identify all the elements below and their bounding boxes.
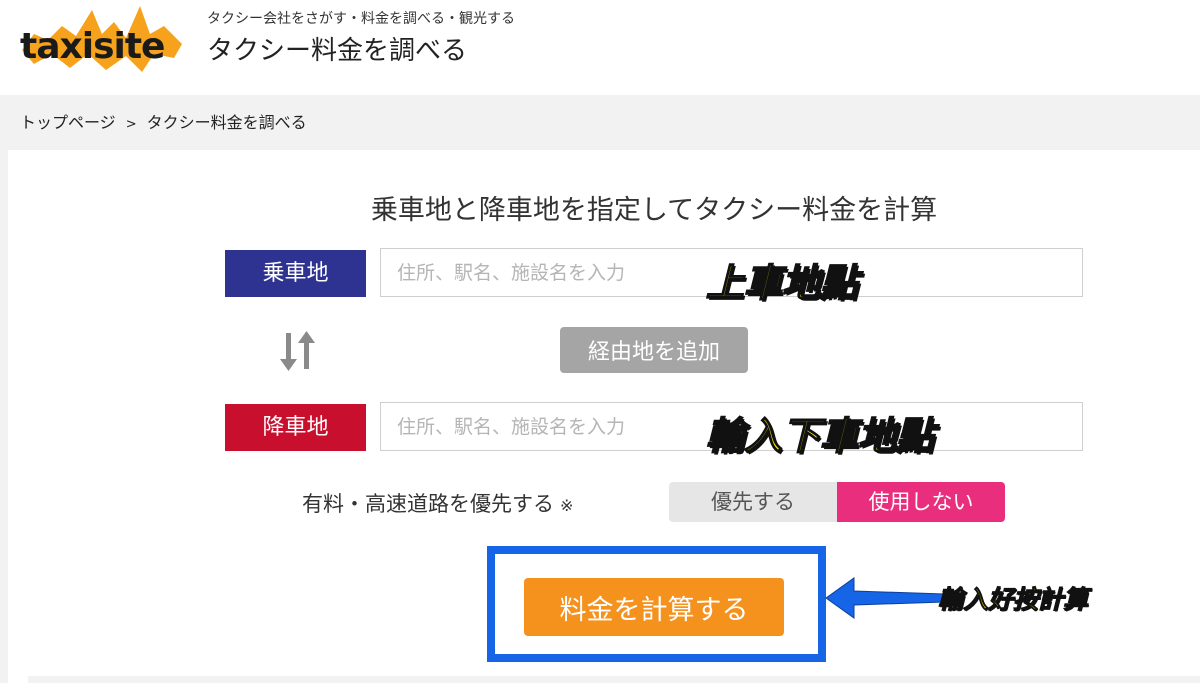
dropoff-label: 降車地 [225, 404, 366, 451]
calc-annotation: 輸入好按計算 [937, 585, 1089, 615]
site-header: taxisite タクシー会社をさがす・料金を調べる・観光する タクシー料金を調… [0, 0, 1200, 95]
breadcrumb-separator: > [125, 117, 137, 132]
calculate-fare-button[interactable]: 料金を計算する [524, 578, 784, 636]
swap-vertical-icon[interactable] [279, 329, 319, 373]
dropoff-annotation: 輸入下車地點 [705, 413, 935, 459]
breadcrumb: トップページ > タクシー料金を調べる [20, 109, 307, 133]
taxisite-logo[interactable]: taxisite [14, 4, 189, 76]
toll-option-avoid[interactable]: 使用しない [837, 482, 1005, 522]
pickup-label: 乗車地 [225, 250, 366, 297]
toll-road-note: ※ [560, 496, 574, 515]
site-tagline: タクシー会社をさがす・料金を調べる・観光する [207, 11, 515, 27]
breadcrumb-current: タクシー料金を調べる [146, 113, 307, 132]
pointer-arrow-icon [825, 577, 945, 619]
form-heading: 乗車地と降車地を指定してタクシー料金を計算 [370, 195, 938, 226]
toll-road-label: 有料・高速道路を優先する ※ [302, 488, 573, 518]
pickup-annotation: 上車地點 [705, 260, 859, 306]
toll-option-prefer[interactable]: 優先する [669, 482, 837, 522]
card-divider [28, 676, 1200, 683]
add-waypoint-button[interactable]: 経由地を追加 [560, 327, 748, 373]
svg-text:taxisite: taxisite [20, 26, 164, 67]
page-title: タクシー料金を調べる [207, 36, 468, 66]
breadcrumb-home-link[interactable]: トップページ [20, 113, 116, 132]
toll-road-label-text: 有料・高速道路を優先する [302, 492, 554, 516]
